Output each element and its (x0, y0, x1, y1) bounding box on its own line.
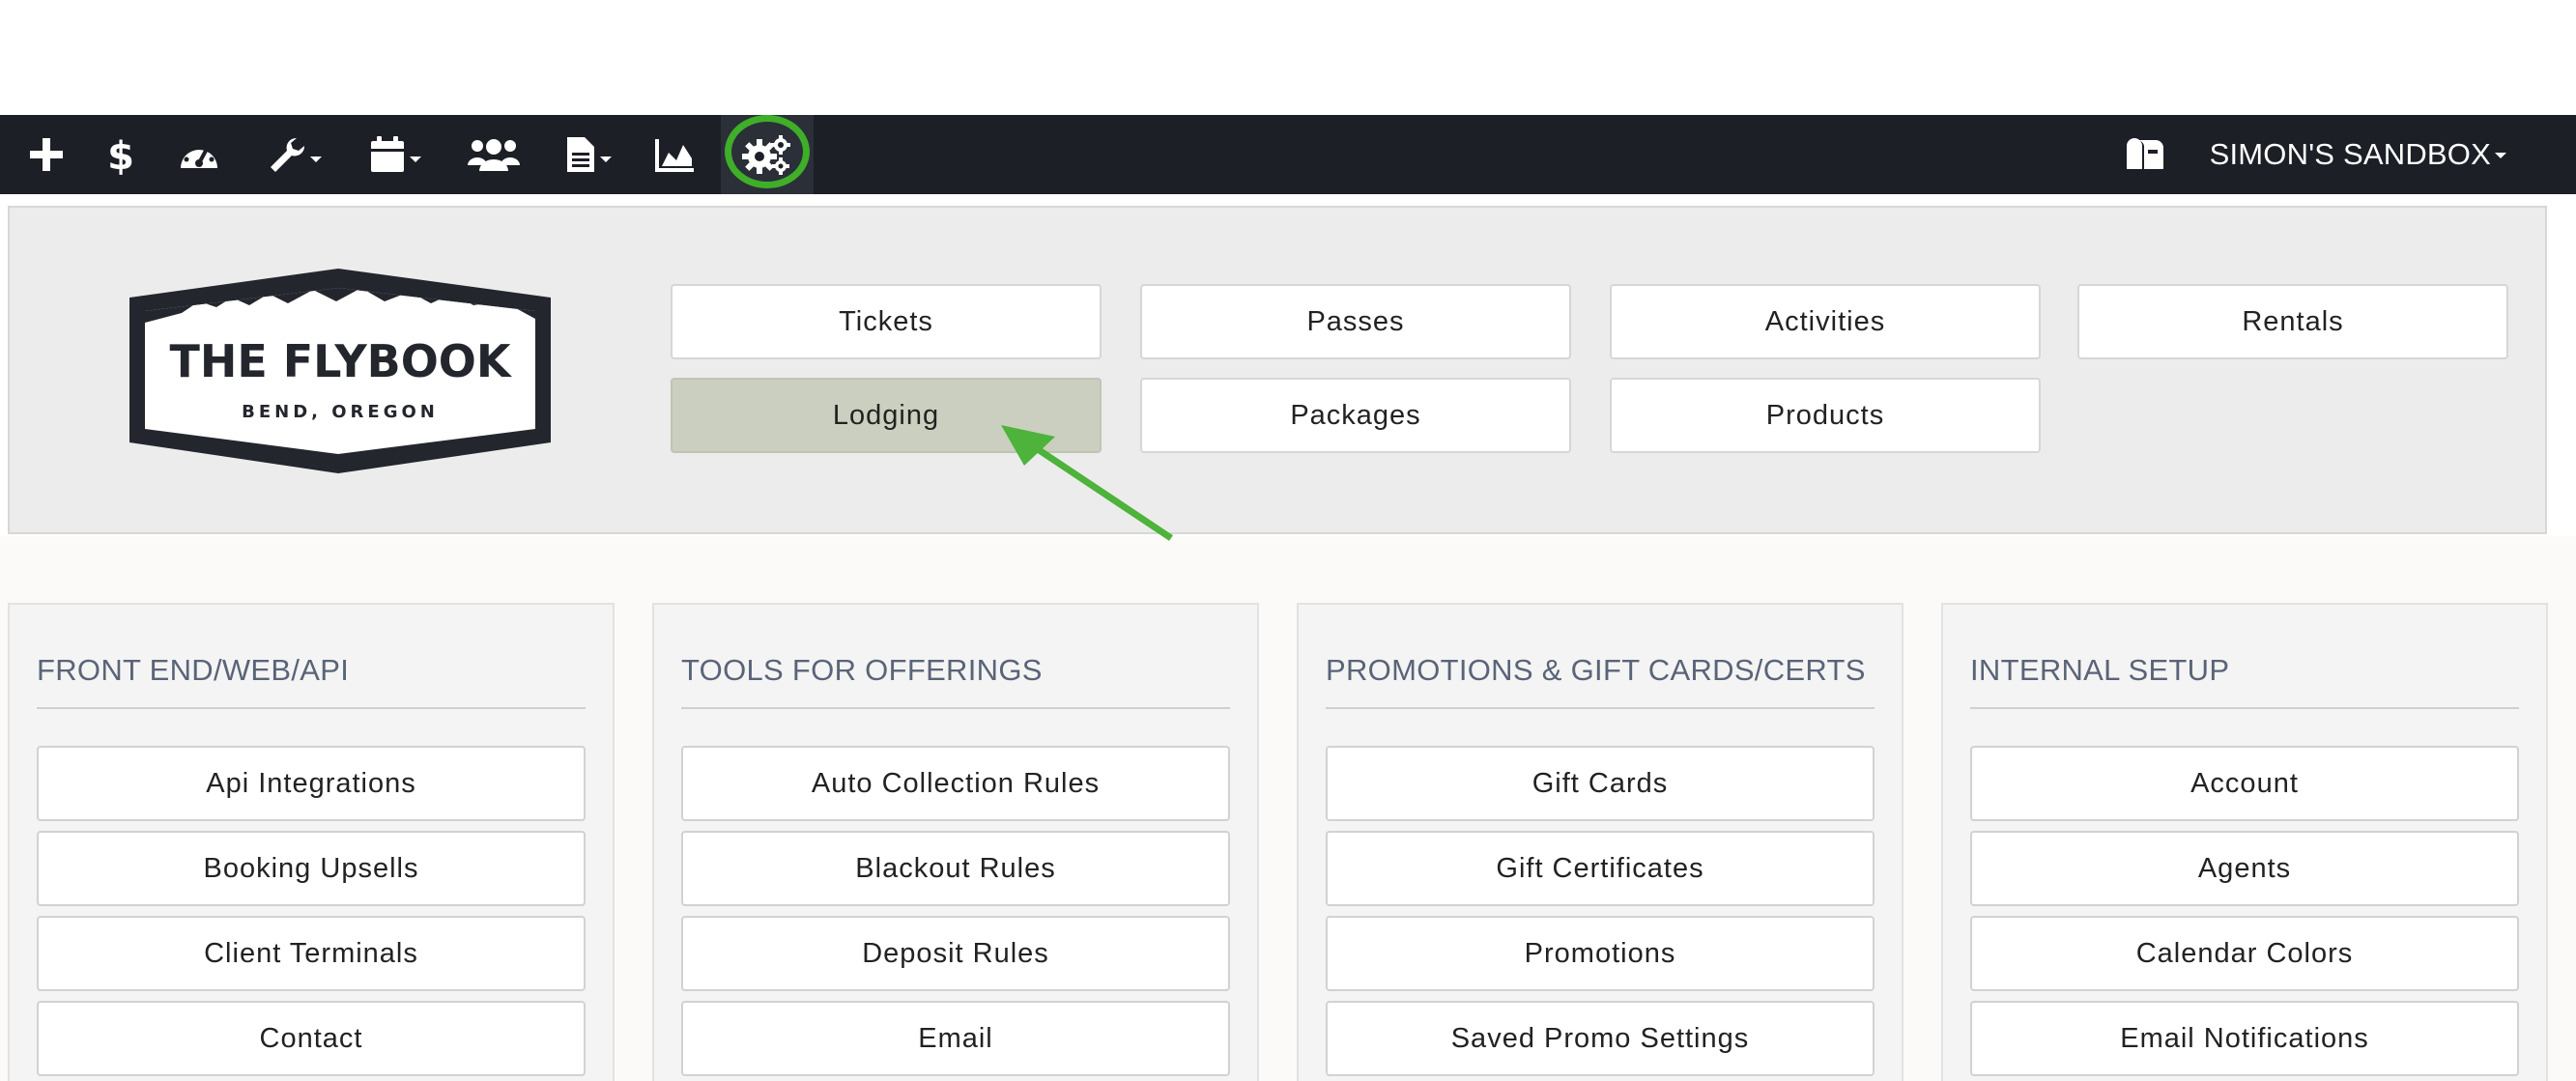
api-integrations-button[interactable]: Api Integrations (37, 746, 586, 821)
settings-icon (742, 135, 790, 175)
flybook-logo: THE FLYBOOK BEND, OREGON (129, 269, 551, 473)
offering-rentals-button[interactable]: Rentals (2077, 284, 2508, 359)
dollar-icon: $ (107, 134, 134, 176)
dashboard-button[interactable] (172, 115, 226, 194)
add-icon (30, 138, 63, 171)
logo-title: THE FLYBOOK (169, 335, 512, 387)
account-button[interactable]: Account (1970, 746, 2519, 821)
booking-upsells-button[interactable]: Booking Upsells (37, 831, 586, 906)
account-name: SIMON'S SANDBOX (2209, 137, 2491, 171)
svg-text:$: $ (107, 134, 134, 176)
email-notifications-button[interactable]: Email Notifications (1970, 1001, 2519, 1076)
top-blank-area (0, 0, 2576, 115)
gift-cards-button[interactable]: Gift Cards (1326, 746, 1875, 821)
payments-button[interactable]: $ (97, 115, 145, 194)
chevron-down-icon (600, 156, 612, 162)
section-front-end: FRONT END/WEB/API Api Integrations Booki… (8, 603, 615, 1081)
saved-promo-settings-button[interactable]: Saved Promo Settings (1326, 1001, 1875, 1076)
account-menu[interactable]: SIMON'S SANDBOX (2210, 115, 2506, 194)
chevron-down-icon (410, 156, 421, 162)
documents-menu-button[interactable] (558, 115, 618, 194)
chevron-down-icon (2495, 153, 2506, 158)
document-icon (567, 137, 594, 172)
deposit-rules-button[interactable]: Deposit Rules (681, 916, 1230, 991)
email-button[interactable]: Email (681, 1001, 1230, 1076)
dashboard-icon (181, 142, 217, 168)
reports-icon (655, 139, 694, 172)
offering-lodging-button[interactable]: Lodging (671, 378, 1102, 453)
settings-button[interactable] (721, 115, 814, 194)
blackout-rules-button[interactable]: Blackout Rules (681, 831, 1230, 906)
reports-button[interactable] (653, 115, 698, 194)
gift-certificates-button[interactable]: Gift Certificates (1326, 831, 1875, 906)
tools-icon (271, 137, 305, 172)
customers-button[interactable] (464, 115, 524, 194)
logo-location: BEND, OREGON (242, 402, 439, 422)
auto-collection-rules-button[interactable]: Auto Collection Rules (681, 746, 1230, 821)
section-title: INTERNAL SETUP (1970, 653, 2519, 709)
inbox-button[interactable] (2118, 115, 2172, 194)
calendar-colors-button[interactable]: Calendar Colors (1970, 916, 2519, 991)
users-icon (468, 139, 520, 171)
contact-button[interactable]: Contact (37, 1001, 586, 1076)
section-title: TOOLS FOR OFFERINGS (681, 653, 1230, 709)
calendar-icon (371, 136, 404, 172)
tools-menu-button[interactable] (263, 115, 327, 194)
top-navbar: $ SIMON'S SANDBOX (0, 115, 2576, 194)
section-title: FRONT END/WEB/API (37, 653, 586, 709)
calendar-menu-button[interactable] (363, 115, 427, 194)
section-tools-for-offerings: TOOLS FOR OFFERINGS Auto Collection Rule… (652, 603, 1259, 1081)
offering-products-button[interactable]: Products (1610, 378, 2041, 453)
offering-activities-button[interactable]: Activities (1610, 284, 2041, 359)
offering-packages-button[interactable]: Packages (1140, 378, 1571, 453)
section-title: PROMOTIONS & GIFT CARDS/CERTS (1326, 653, 1875, 709)
offering-passes-button[interactable]: Passes (1140, 284, 1571, 359)
offering-tickets-button[interactable]: Tickets (671, 284, 1102, 359)
chevron-down-icon (310, 156, 322, 162)
promotions-button[interactable]: Promotions (1326, 916, 1875, 991)
section-promotions: PROMOTIONS & GIFT CARDS/CERTS Gift Cards… (1297, 603, 1903, 1081)
section-internal-setup: INTERNAL SETUP Account Agents Calendar C… (1941, 603, 2548, 1081)
add-button[interactable] (19, 115, 73, 194)
mailbox-icon (2127, 138, 2163, 169)
agents-button[interactable]: Agents (1970, 831, 2519, 906)
client-terminals-button[interactable]: Client Terminals (37, 916, 586, 991)
